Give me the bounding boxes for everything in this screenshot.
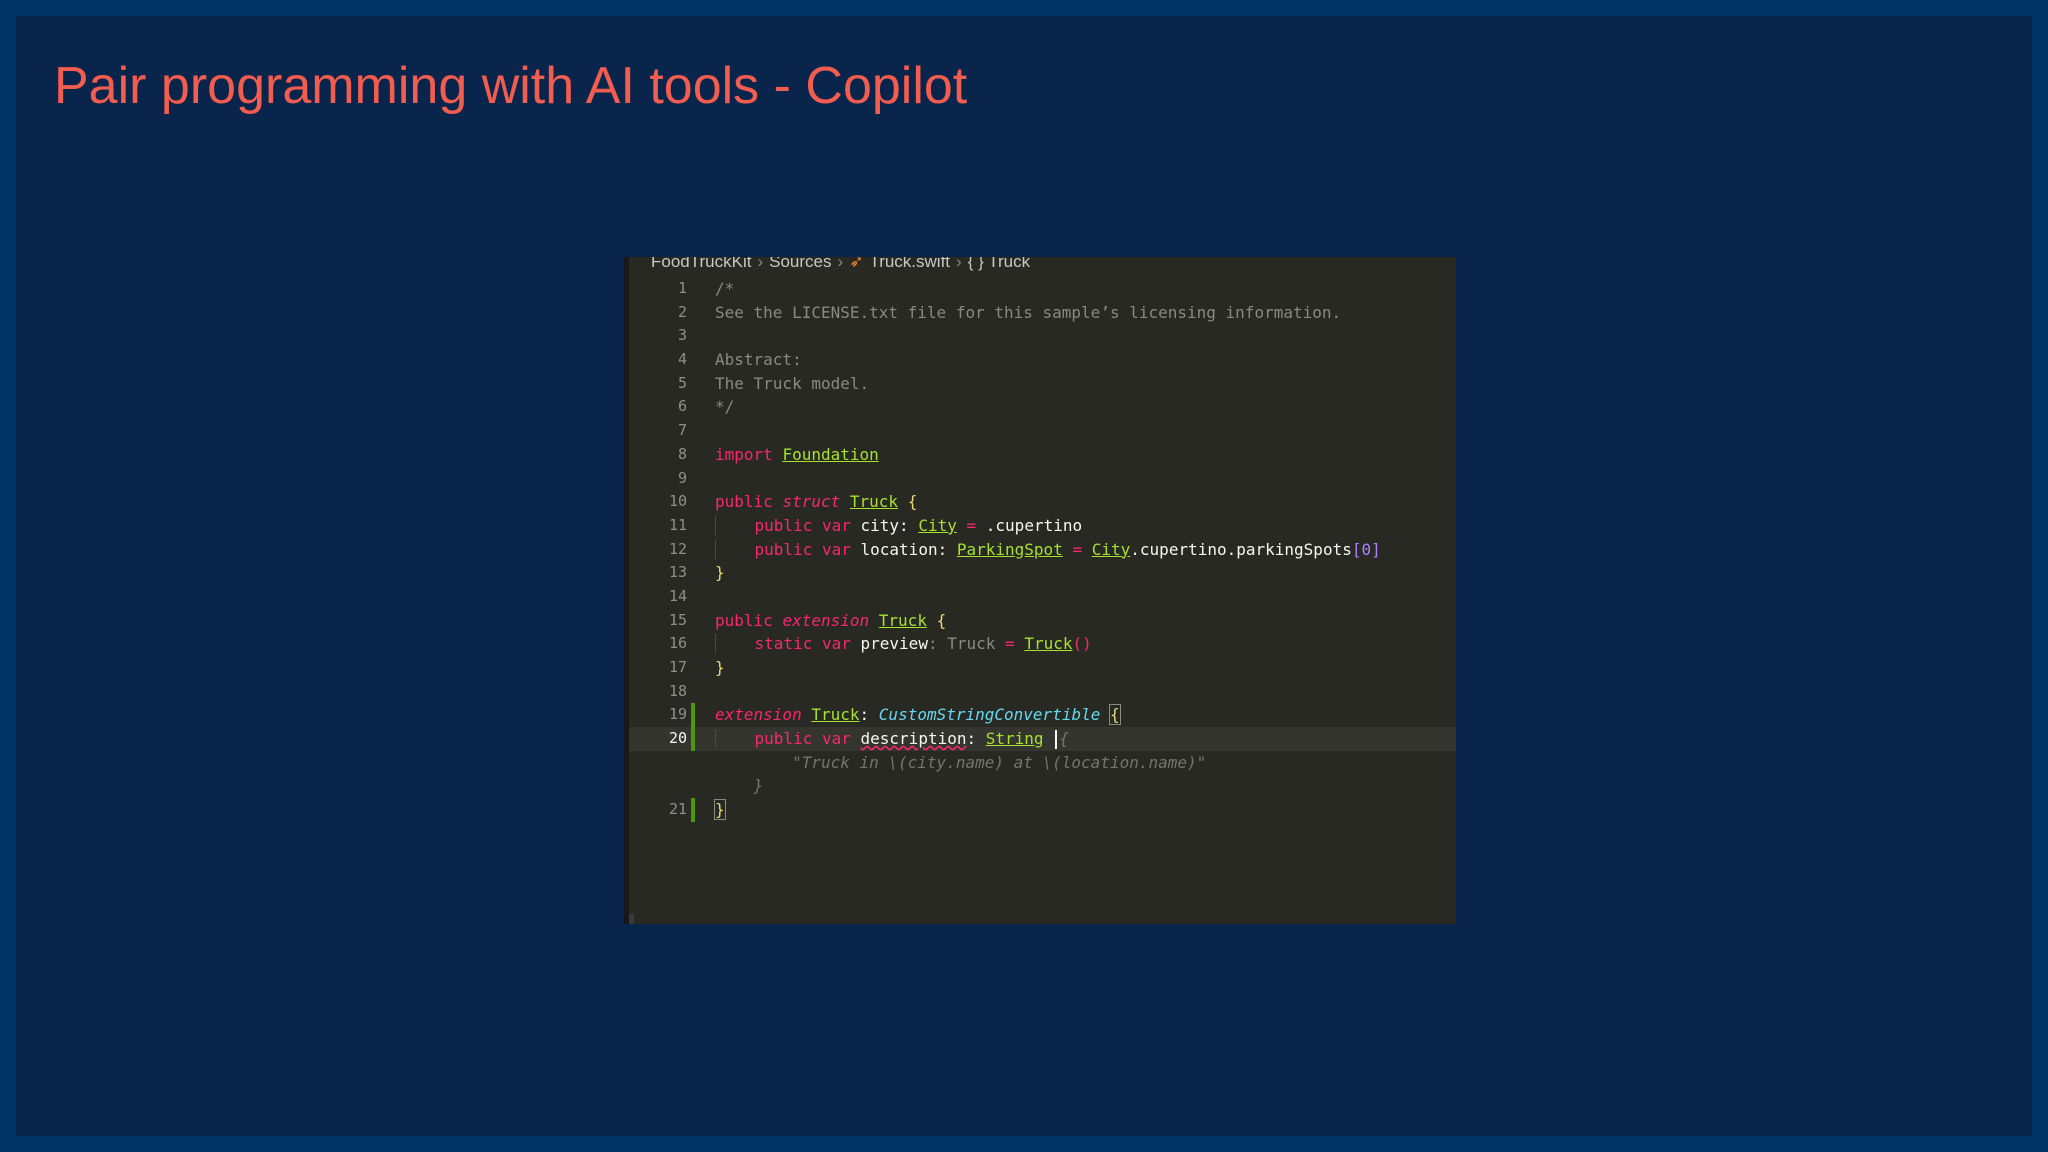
error-squiggle: description [860, 729, 967, 749]
line-number: 9 [677, 468, 687, 487]
line-number: 10 [668, 492, 687, 511]
slide: Pair programming with AI tools - Copilot… [16, 16, 2032, 1136]
braces-icon: { } [967, 257, 984, 271]
code-line-current[interactable]: 20 public var description: String { [629, 727, 1456, 751]
code-line: 17} [629, 656, 1456, 680]
copilot-suggestion: } [753, 776, 764, 796]
code-area[interactable]: 1/* 2 See the LICENSE.txt file for this s… [629, 277, 1456, 822]
code-line: 2 See the LICENSE.txt file for this sampl… [629, 301, 1456, 325]
code-line: 8 import Foundation [629, 443, 1456, 467]
code-line: 11 public var city: City = .cupertino [629, 514, 1456, 538]
line-number: 20 [668, 729, 687, 748]
line-number: 17 [668, 658, 687, 676]
breadcrumb-separator: › [956, 257, 962, 271]
code-line: 7 [629, 419, 1456, 443]
line-number: 12 [668, 539, 687, 558]
code-line: 4 Abstract: [629, 348, 1456, 372]
code-line: 5 The Truck model. [629, 372, 1456, 396]
breadcrumb-separator: › [837, 257, 844, 271]
code-line: 15 public extension Truck { [629, 609, 1456, 633]
code-line: 14 [629, 585, 1456, 609]
text-cursor [1055, 730, 1058, 750]
code-line: 16 static var preview: Truck = Truck() [629, 632, 1456, 656]
code-line: 12 public var location: ParkingSpot = Ci… [629, 538, 1456, 562]
copilot-suggestion-line: "Truck in \(city.name) at \(location.nam… [629, 751, 1456, 775]
breadcrumb-separator: › [757, 257, 764, 271]
line-number: 1 [677, 279, 687, 297]
swift-file-icon: ➶ [849, 257, 864, 271]
line-number: 16 [668, 634, 687, 653]
code-line: 6 */ [629, 395, 1456, 419]
line-number: 11 [668, 515, 687, 534]
line-number: 5 [677, 373, 687, 392]
breadcrumb-folder[interactable]: Sources [769, 257, 831, 271]
line-number: 15 [668, 610, 687, 629]
line-number: 6 [677, 397, 687, 416]
line-number: 18 [668, 681, 687, 700]
copilot-suggestion: "Truck in \(city.name) at \(location.nam… [792, 752, 1207, 772]
breadcrumb-file[interactable]: Truck.swift [869, 257, 950, 271]
breadcrumb-symbol[interactable]: Truck [988, 257, 1030, 271]
line-number: 14 [668, 586, 687, 605]
code-line: 9 [629, 467, 1456, 491]
change-indicator [691, 703, 695, 728]
breadcrumb-project[interactable]: FoodTruckKit [651, 257, 751, 271]
code-line: 1/* [629, 277, 1456, 301]
line-number: 13 [668, 563, 687, 582]
code-line: 10 public struct Truck { [629, 490, 1456, 514]
code-line: 18 [629, 680, 1456, 704]
line-number: 2 [677, 302, 687, 321]
change-indicator [691, 798, 695, 822]
copilot-suggestion-line: } [629, 774, 1456, 798]
slide-title: Pair programming with AI tools - Copilot [54, 57, 968, 115]
code-line: 13} [629, 561, 1456, 585]
line-number: 21 [668, 800, 687, 819]
copilot-suggestion: { [1059, 729, 1069, 749]
line-number: 19 [668, 705, 687, 724]
line-number: 7 [677, 421, 687, 440]
change-indicator [691, 727, 695, 751]
line-number: 4 [677, 350, 687, 369]
line-number: 8 [677, 444, 687, 463]
code-line: 19 extension Truck: CustomStringConvertib… [629, 703, 1456, 728]
code-line: 3 [629, 324, 1456, 348]
line-number: 3 [677, 326, 687, 345]
breadcrumb: FoodTruckKit › Sources › ➶ Truck.swift › { } Tr… [651, 257, 1030, 271]
code-line: 21} [629, 798, 1456, 822]
scrollbar[interactable] [629, 914, 634, 924]
code-editor[interactable]: FoodTruckKit › Sources › ➶ Truck.swift › { } Tr… [624, 257, 1456, 924]
